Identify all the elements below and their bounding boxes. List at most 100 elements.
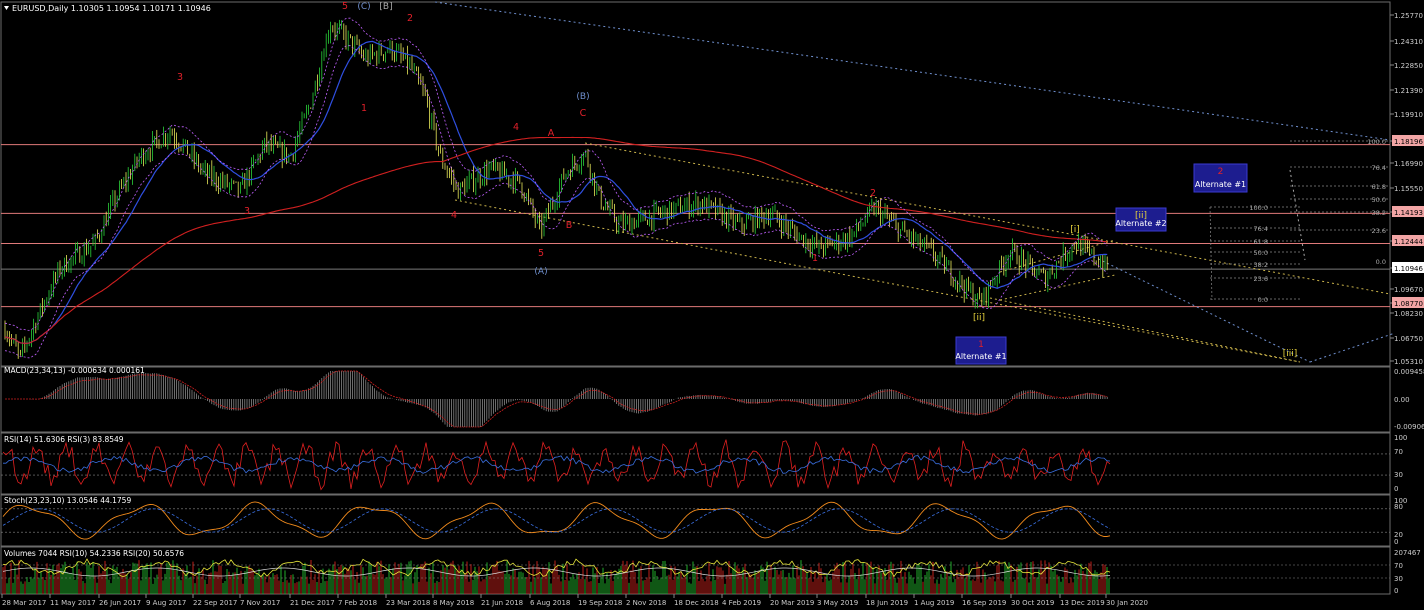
fib-level-label: 100.0	[1367, 138, 1386, 146]
wave-label: [iii]	[1283, 349, 1298, 359]
pane-frame	[0, 1, 1391, 367]
time-tick-label: 18 Dec 2018	[674, 599, 719, 607]
stoch-main-line	[2, 501, 1111, 540]
time-tick-label: 13 Dec 2019	[1060, 599, 1105, 607]
time-tick-label: 30 Oct 2019	[1011, 599, 1054, 607]
time-tick-label: 1 Aug 2019	[914, 599, 954, 607]
rsi-tick-label: 70	[1394, 448, 1403, 456]
macd-tick-label: 0.009458	[1394, 368, 1424, 376]
time-tick-label: 3 May 2019	[817, 599, 858, 607]
fib-zero-label: 0.0	[1376, 258, 1386, 266]
fib-level-label: 38.2	[1254, 261, 1268, 269]
rsi-fast-line	[2, 439, 1111, 491]
volume-tick-label: 70	[1394, 562, 1403, 570]
price-tick-label: 1.19910	[1394, 111, 1423, 119]
time-tick-label: 9 Aug 2017	[146, 599, 186, 607]
alternate-box-number: 2	[1218, 167, 1224, 177]
wave-label: [ii]	[973, 313, 985, 323]
trendlines	[434, 1, 1396, 363]
wave-label: A	[548, 128, 555, 139]
alternate-box-label: Alternate #1	[955, 352, 1006, 361]
wave-label: 2	[870, 188, 876, 199]
time-tick-label: 23 Mar 2018	[386, 599, 430, 607]
price-tick-label: 1.16990	[1394, 160, 1423, 168]
price-bars	[4, 19, 1108, 359]
price-tick-label: 1.22850	[1394, 62, 1423, 70]
wave-label: 1	[812, 253, 818, 264]
rsi-tick-label: 30	[1394, 471, 1403, 479]
wave-label: [B]	[379, 2, 392, 12]
wave-label: (A)	[534, 267, 547, 277]
wave-label: 5	[538, 248, 544, 259]
price-tick-label: 1.24310	[1394, 38, 1423, 46]
price-tick-label: 1.10946	[1394, 265, 1423, 273]
wave-label: B	[566, 220, 573, 231]
menu-triangle-icon[interactable]	[4, 6, 9, 10]
macd-header: MACD(23,34,13) -0.000634 0.000161	[4, 366, 145, 375]
wave-label: 5	[342, 1, 348, 12]
price-tick-label: 1.08230	[1394, 310, 1423, 318]
alternate-box-label: Alternate #1	[1195, 180, 1246, 189]
trendline	[1079, 249, 1311, 363]
alternate-box-label: Alternate #2	[1115, 219, 1166, 228]
trendline	[1289, 169, 1306, 261]
wave-label: (C)	[357, 2, 370, 12]
stoch-header: Stoch(23,23,10) 13.0546 44.1759	[4, 496, 131, 505]
wave-label: C	[580, 108, 587, 119]
price-tick-label: 1.21390	[1394, 87, 1423, 95]
wave-label: [i]	[1070, 225, 1080, 235]
price-tick-label: 1.05310	[1394, 358, 1423, 366]
wave-labels: 5 (C) [B] 2 3 1 4 3 4 A (B) C B 5 (A) 1 2 [i] [ii] [iii]	[177, 1, 1297, 359]
axes: 1.25770 1.24310 1.22850 1.21390 1.19910 1.181…	[1, 12, 1424, 607]
fib-level-label: 76.4	[1254, 225, 1268, 233]
ma-red-line	[4, 136, 1108, 344]
stoch-tick-label: 0	[1394, 538, 1398, 546]
fib-level-label: 23.6	[1254, 275, 1268, 283]
pane-frames	[0, 1, 1391, 595]
ma-blue-line	[4, 40, 1108, 344]
rsi-tick-label: 0	[1394, 485, 1398, 493]
volumes-header: Volumes 7044 RSI(10) 54.2336 RSI(20) 50.…	[4, 549, 184, 558]
indicator-panes: 0.0094580.00-0.0090651007030010080200207…	[1, 368, 1424, 595]
price-tick-label: 1.18196	[1394, 138, 1423, 146]
fib-level-label: 0.0	[1258, 296, 1268, 304]
time-tick-label: 16 Sep 2019	[962, 599, 1006, 607]
time-tick-label: 7 Nov 2017	[240, 599, 280, 607]
price-tick-label: 1.09670	[1394, 286, 1423, 294]
time-tick-label: 8 May 2018	[433, 599, 474, 607]
time-tick-label: 21 Dec 2017	[290, 599, 335, 607]
wave-label: 4	[451, 210, 457, 221]
chart-canvas: 100.076.461.850.038.223.6100.076.461.850…	[0, 1, 1424, 607]
pane-frame	[0, 494, 1391, 547]
fib-level-label: 38.2	[1372, 209, 1386, 217]
fib-level-label: 50.0	[1254, 249, 1268, 257]
rsi-header: RSI(14) 51.6306 RSI(3) 83.8549	[4, 435, 124, 444]
macd-tick-label: 0.00	[1394, 396, 1410, 404]
fib-level-label: 61.8	[1254, 238, 1268, 246]
fib-level-label: 61.8	[1372, 183, 1386, 191]
time-tick-label: 28 Mar 2017	[2, 599, 46, 607]
wave-label: (B)	[576, 92, 589, 102]
time-tick-label: 18 Jun 2019	[866, 599, 908, 607]
time-tick-label: 19 Sep 2018	[578, 599, 622, 607]
wave-label: 3	[177, 72, 183, 83]
trendline	[454, 199, 1301, 363]
time-tick-label: 21 Jun 2018	[481, 599, 523, 607]
time-tick-label: 20 Mar 2019	[770, 599, 814, 607]
trendline	[989, 297, 1301, 363]
volume-tick-label: 207467	[1394, 549, 1421, 557]
time-tick-label: 4 Feb 2019	[722, 599, 761, 607]
volume-tick-label: 0	[1394, 587, 1398, 595]
price-tick-label: 1.25770	[1394, 12, 1423, 20]
macd-tick-label: -0.009065	[1394, 423, 1424, 431]
time-tick-label: 2 Nov 2018	[626, 599, 666, 607]
price-tick-label: 1.06750	[1394, 335, 1423, 343]
wave-label: 2	[407, 13, 413, 24]
fib-level-label: 50.0	[1372, 196, 1386, 204]
trendline	[434, 1, 1391, 141]
time-tick-label: 11 May 2017	[50, 599, 96, 607]
stoch-signal-line	[2, 508, 1111, 533]
stoch-tick-label: 80	[1394, 503, 1403, 511]
fib-level-label: 23.6	[1372, 227, 1386, 235]
envelope-upper-line	[4, 17, 1108, 331]
